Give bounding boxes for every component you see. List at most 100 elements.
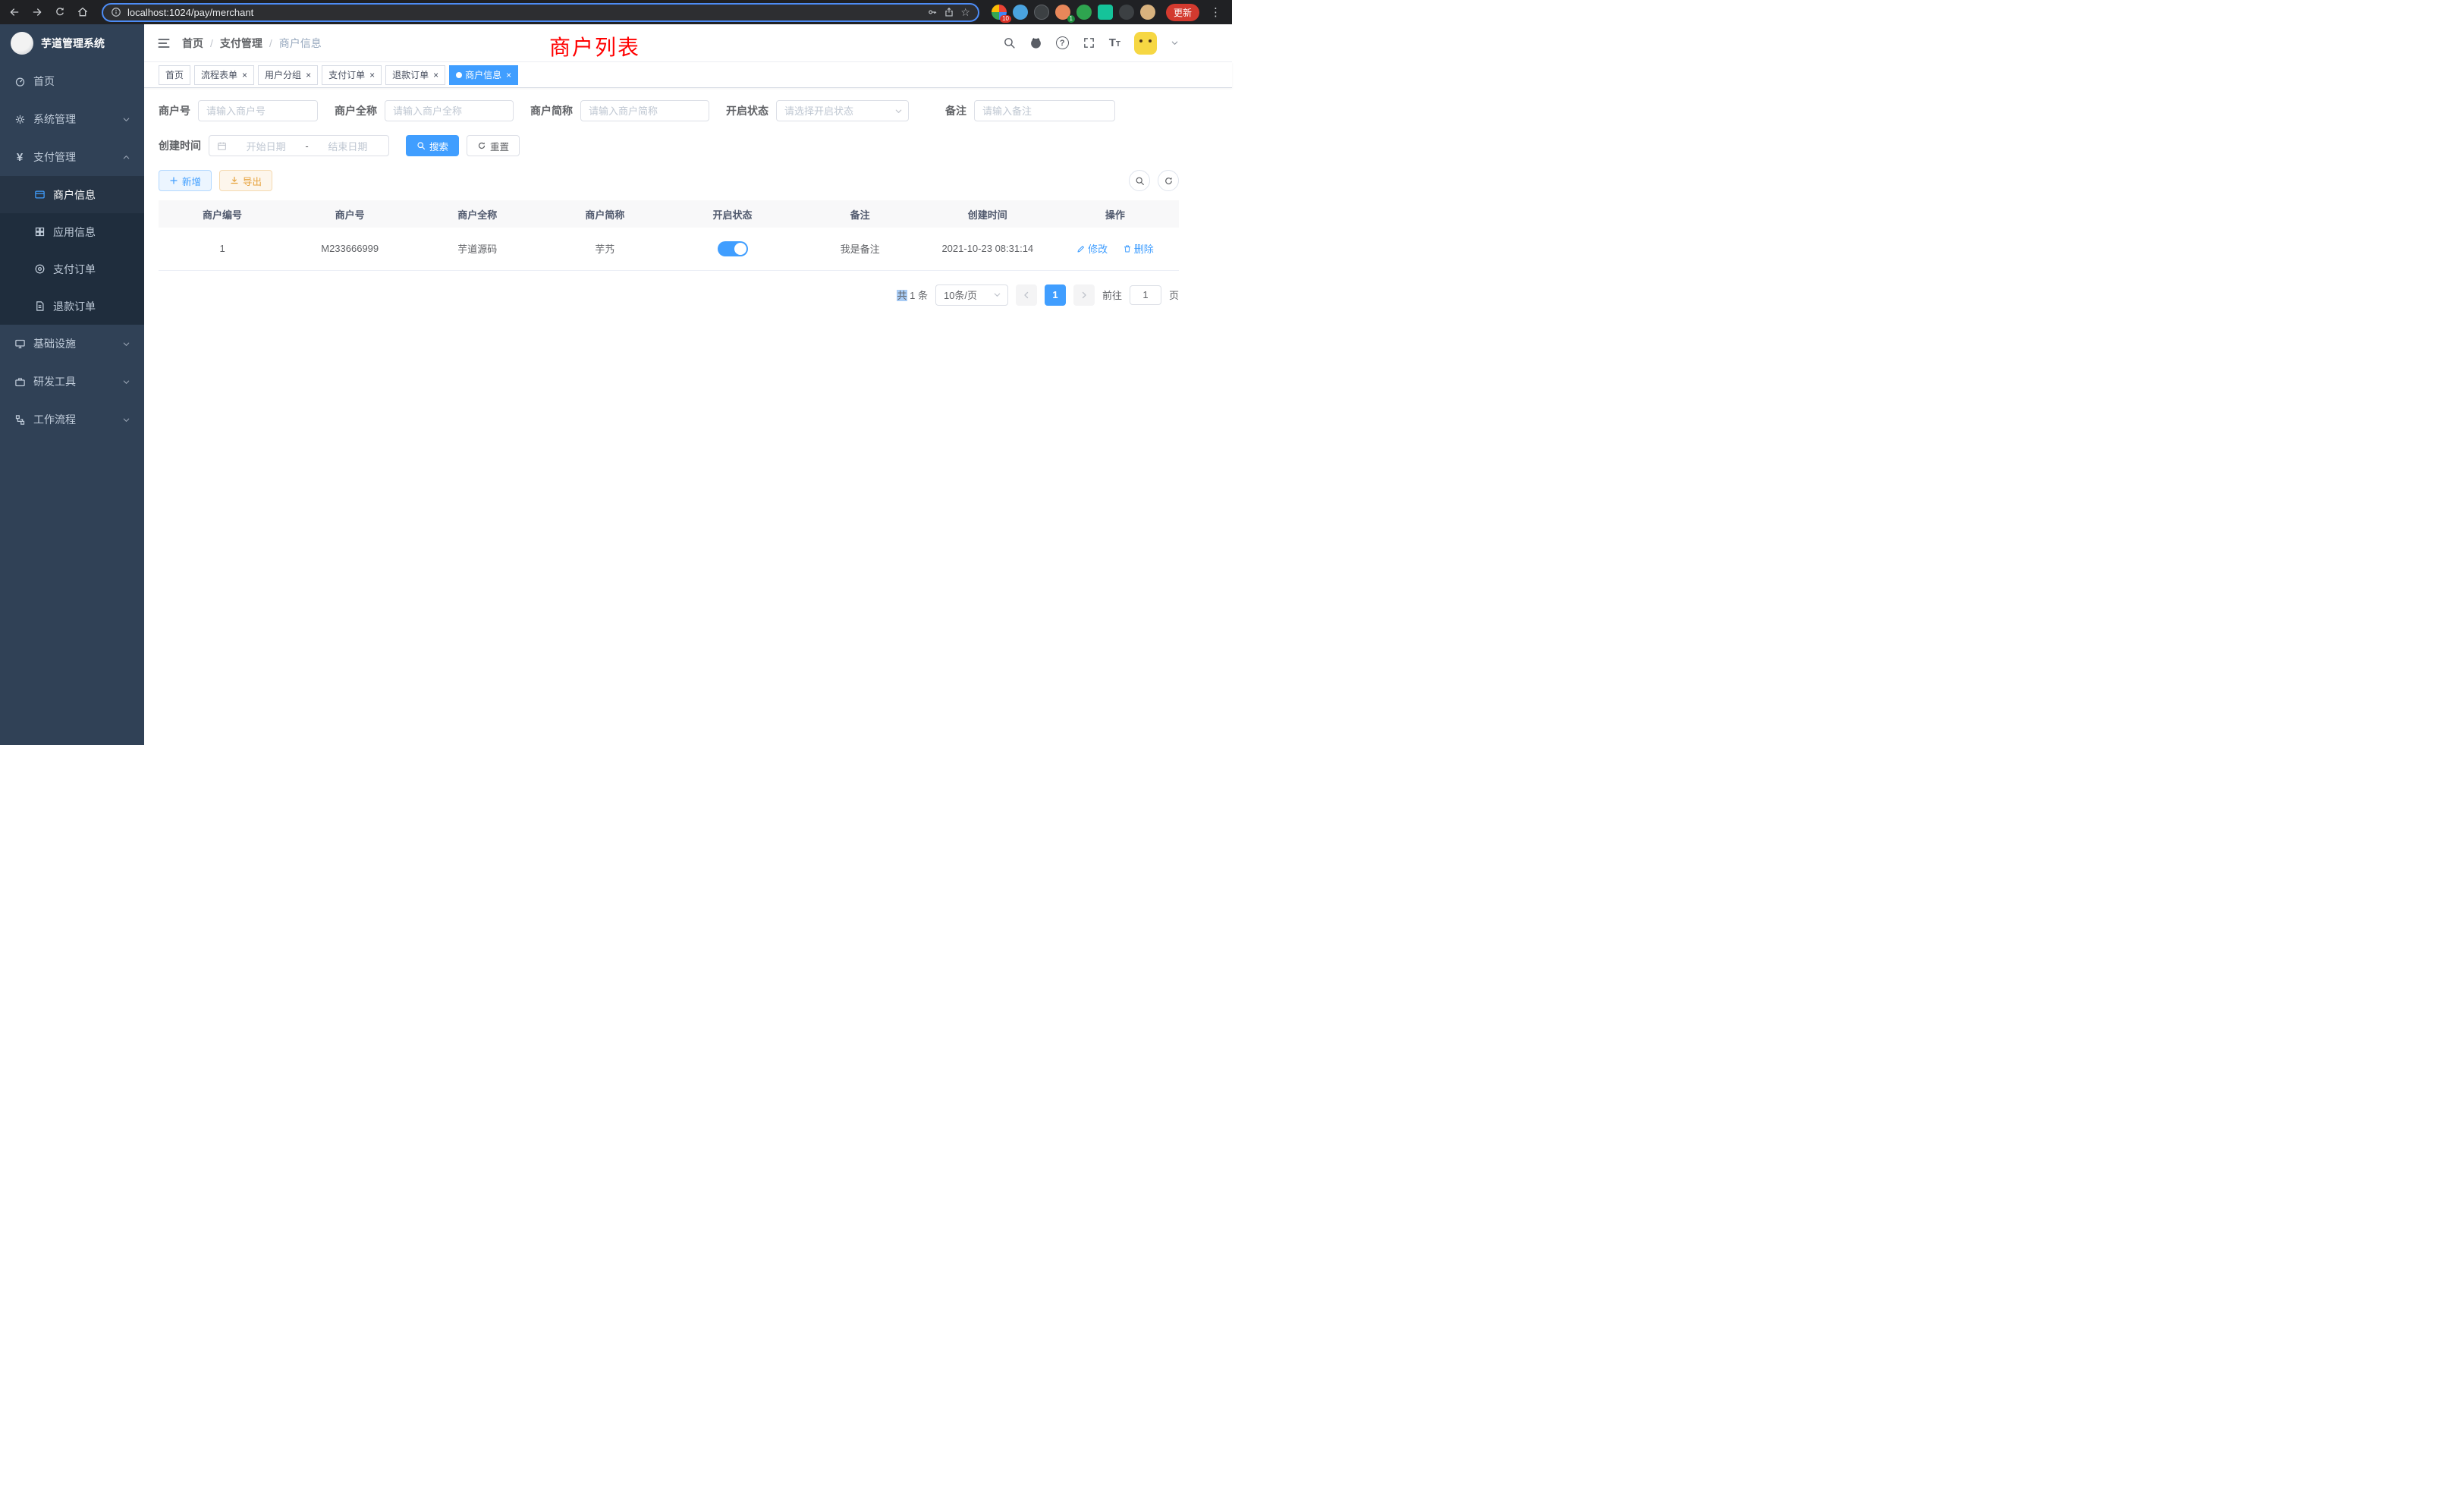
profile-extension-icon[interactable]: 1 [1055, 5, 1070, 20]
info-icon[interactable] [111, 7, 121, 17]
tab-process-form[interactable]: 流程表单 × [194, 65, 254, 85]
sidebar-item-home[interactable]: 首页 [0, 62, 144, 100]
prev-page-button[interactable] [1016, 284, 1037, 306]
sidebar-item-infra[interactable]: 基础设施 [0, 325, 144, 363]
sidebar-item-devtools[interactable]: 研发工具 [0, 363, 144, 401]
remark-input[interactable] [974, 100, 1115, 121]
sidebar-item-refund-order[interactable]: 退款订单 [0, 288, 144, 325]
cell-create-time: 2021-10-23 08:31:14 [924, 228, 1051, 270]
user-avatar[interactable] [1134, 32, 1157, 55]
page-size-select[interactable]: 10条/页 [935, 284, 1008, 306]
grammar-extension-icon[interactable] [1098, 5, 1113, 20]
url-text[interactable]: localhost:1024/pay/merchant [127, 7, 921, 18]
sidebar-item-pay-order[interactable]: 支付订单 [0, 250, 144, 288]
hamburger-icon[interactable] [156, 36, 171, 51]
status-label: 开启状态 [726, 103, 768, 118]
add-button[interactable]: 新增 [159, 170, 212, 191]
back-button[interactable] [5, 2, 24, 22]
dark-extension-icon[interactable] [1034, 5, 1049, 20]
tags-view: 首页 流程表单 × 用户分组 × 支付订单 × 退款订单 × 商户信息 × [144, 62, 1232, 88]
address-bar[interactable]: localhost:1024/pay/merchant ☆ [102, 3, 979, 22]
share-icon[interactable] [944, 7, 954, 17]
page-number-1[interactable]: 1 [1045, 284, 1066, 306]
close-icon[interactable]: × [306, 71, 311, 80]
status-toggle[interactable] [718, 241, 748, 256]
search-icon [416, 141, 426, 150]
font-size-icon[interactable]: TT [1109, 36, 1120, 49]
help-icon[interactable]: ? [1056, 36, 1069, 49]
tab-home[interactable]: 首页 [159, 65, 190, 85]
col-actions: 操作 [1051, 200, 1179, 228]
sidebar-item-app-info[interactable]: 应用信息 [0, 213, 144, 250]
end-date-placeholder: 结束日期 [315, 139, 381, 153]
merchant-no-label: 商户号 [159, 103, 190, 118]
sidebar-item-label: 支付订单 [53, 262, 96, 277]
tab-pay-order[interactable]: 支付订单 × [322, 65, 382, 85]
full-name-input[interactable] [385, 100, 514, 121]
goto-page-input[interactable] [1130, 285, 1161, 305]
sidebar-item-workflow[interactable]: 工作流程 [0, 401, 144, 439]
sidebar-item-system[interactable]: 系统管理 [0, 100, 144, 138]
merchant-no-input[interactable] [198, 100, 318, 121]
chevron-down-icon [122, 416, 130, 424]
gear-icon [14, 113, 26, 125]
key-icon[interactable] [927, 7, 938, 17]
browser-menu-icon[interactable]: ⋮ [1207, 5, 1224, 19]
export-button[interactable]: 导出 [219, 170, 272, 191]
plus-icon [169, 176, 178, 185]
document-icon [33, 300, 46, 313]
goto-unit: 页 [1169, 288, 1179, 302]
forward-icon [31, 6, 43, 18]
close-icon[interactable]: × [433, 71, 438, 80]
delete-link[interactable]: 删除 [1123, 241, 1154, 256]
sidebar-item-merchant-info[interactable]: 商户信息 [0, 176, 144, 213]
reset-button[interactable]: 重置 [467, 135, 520, 156]
close-icon[interactable]: × [369, 71, 375, 80]
short-name-input[interactable] [580, 100, 709, 121]
edit-link[interactable]: 修改 [1076, 241, 1108, 256]
breadcrumb-pay[interactable]: 支付管理 [220, 36, 262, 51]
tab-user-group[interactable]: 用户分组 × [258, 65, 318, 85]
avatar-caret-down-icon[interactable] [1171, 39, 1179, 47]
fullscreen-icon[interactable] [1083, 36, 1095, 49]
sidebar-item-label: 系统管理 [33, 112, 76, 127]
forward-button[interactable] [27, 2, 47, 22]
reload-button[interactable] [50, 2, 70, 22]
sidebar-item-label: 退款订单 [53, 299, 96, 314]
col-short-name: 商户简称 [541, 200, 668, 228]
create-time-range-picker[interactable]: 开始日期 - 结束日期 [209, 135, 389, 156]
avatar-extension-icon[interactable] [1140, 5, 1155, 20]
tab-merchant-info[interactable]: 商户信息 × [449, 65, 518, 85]
shield-extension-icon[interactable] [1076, 5, 1092, 20]
full-name-label: 商户全称 [335, 103, 377, 118]
search-button[interactable]: 搜索 [406, 135, 459, 156]
bookmark-star-icon[interactable]: ☆ [960, 6, 970, 19]
tab-refund-order[interactable]: 退款订单 × [385, 65, 445, 85]
status-select[interactable] [776, 100, 909, 121]
filter-row-1: 商户号 商户全称 商户简称 开启状态 [159, 100, 1179, 121]
sidebar-item-pay[interactable]: ¥ 支付管理 [0, 138, 144, 176]
close-icon[interactable]: × [506, 71, 511, 80]
pay-submenu: 商户信息 应用信息 支付订单 退款订单 [0, 176, 144, 325]
table-row: 1 M233666999 芋道源码 芋艿 我是备注 2021-10-23 08:… [159, 228, 1179, 270]
cell-short-name: 芋艿 [541, 228, 668, 270]
browser-update-button[interactable]: 更新 [1166, 4, 1199, 21]
breadcrumb-home[interactable]: 首页 [182, 36, 203, 51]
create-time-label: 创建时间 [159, 138, 201, 153]
github-icon[interactable] [1029, 36, 1042, 49]
refresh-table-button[interactable] [1158, 170, 1179, 191]
show-search-toggle-button[interactable] [1129, 170, 1150, 191]
home-button[interactable] [73, 2, 93, 22]
back-icon [8, 6, 20, 18]
chevron-right-icon [1080, 291, 1089, 300]
next-page-button[interactable] [1073, 284, 1095, 306]
dashboard-icon [14, 75, 26, 87]
pin-extension-icon[interactable] [1119, 5, 1134, 20]
table-toolbar: 新增 导出 [159, 170, 1179, 191]
extensions-icon[interactable]: 10 [992, 5, 1007, 20]
download-icon [230, 176, 239, 185]
sidebar-logo[interactable]: 芋道管理系统 [0, 24, 144, 62]
drop-extension-icon[interactable] [1013, 5, 1028, 20]
close-icon[interactable]: × [242, 71, 247, 80]
search-icon[interactable] [1003, 36, 1016, 49]
